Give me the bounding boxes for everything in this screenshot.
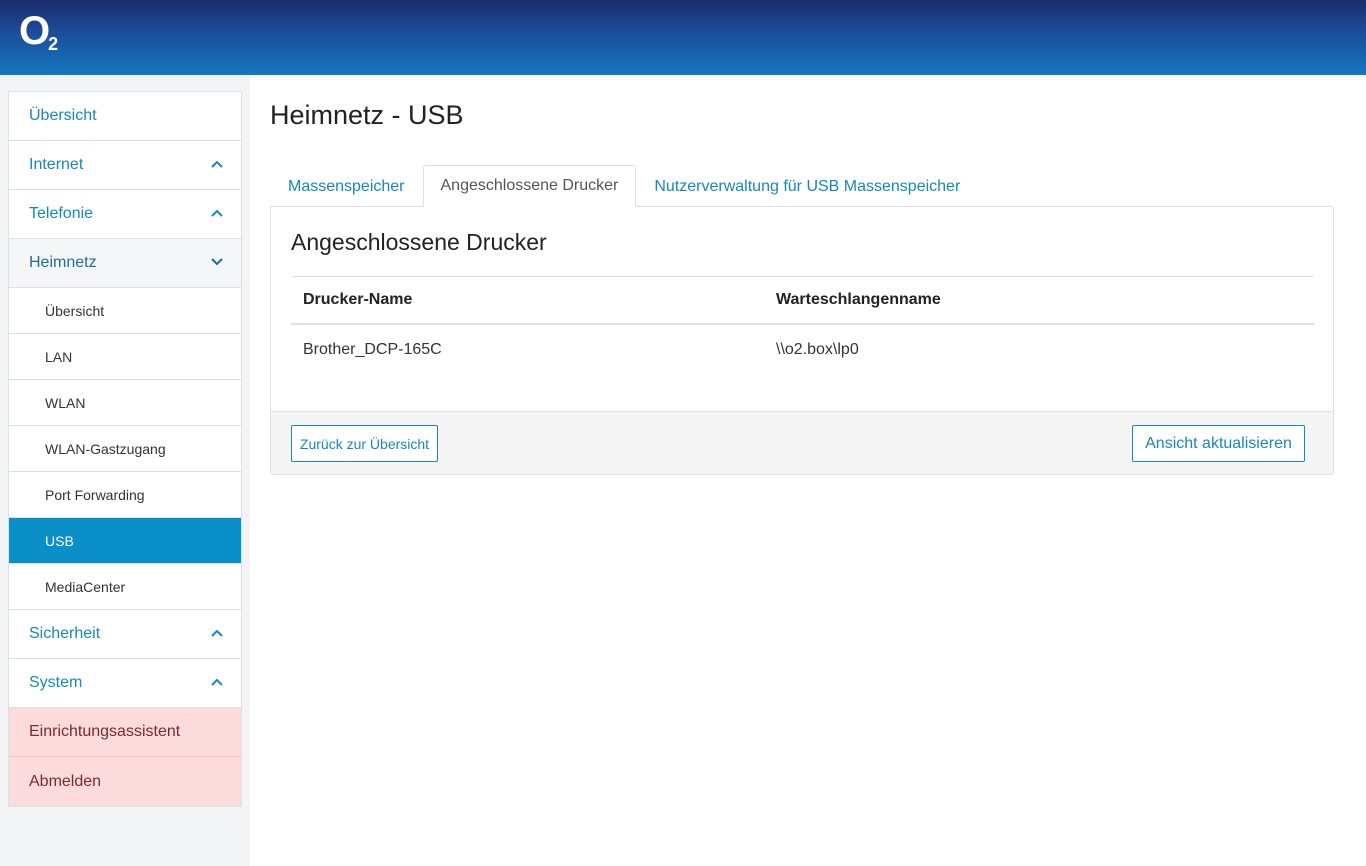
tab-bar: Massenspeicher Angeschlossene Drucker Nu… — [270, 165, 978, 207]
sidebar-subitem-wlan-gastzugang[interactable]: WLAN-Gastzugang — [9, 426, 241, 472]
sidebar-item-label: System — [29, 674, 83, 691]
chevron-up-icon — [211, 629, 223, 639]
chevron-down-icon — [211, 258, 223, 268]
sidebar-subitem-usb[interactable]: USB — [9, 518, 241, 564]
chevron-up-icon — [211, 209, 223, 219]
table-row: Brother_DCP-165C \\o2.box\lp0 — [291, 325, 1314, 375]
page-title: Heimnetz - USB — [270, 100, 464, 130]
sidebar-item-uebersicht[interactable]: Übersicht — [9, 92, 241, 141]
back-to-overview-button[interactable]: Zurück zur Übersicht — [291, 425, 438, 462]
sidebar-subitem-mediacenter[interactable]: MediaCenter — [9, 564, 241, 610]
sidebar-item-label: Einrichtungsassistent — [29, 723, 181, 740]
printers-table: Drucker-Name Warteschlangenname Brother_… — [291, 276, 1314, 375]
sidebar-subitem-label: LAN — [45, 348, 73, 365]
cell-queue-name: \\o2.box\lp0 — [776, 341, 859, 358]
sidebar-item-label: Internet — [29, 156, 84, 173]
chevron-up-icon — [211, 160, 223, 170]
tab-angeschlossene-drucker[interactable]: Angeschlossene Drucker — [422, 165, 637, 207]
sidebar-item-system[interactable]: System — [9, 659, 241, 708]
sidebar-item-label: Telefonie — [29, 205, 94, 222]
sidebar-subitem-label: USB — [45, 532, 74, 549]
table-body: Brother_DCP-165C \\o2.box\lp0 — [291, 325, 1314, 375]
sidebar-subitem-port-forwarding[interactable]: Port Forwarding — [9, 472, 241, 518]
column-header-queue-name: Warteschlangenname — [764, 277, 1314, 325]
logo-subscript: 2 — [48, 34, 59, 54]
sidebar-item-label: Übersicht — [29, 107, 97, 124]
tab-massenspeicher[interactable]: Massenspeicher — [270, 165, 423, 207]
sidebar-item-telefonie[interactable]: Telefonie — [9, 190, 241, 239]
sidebar-item-heimnetz[interactable]: Heimnetz — [9, 239, 241, 288]
sidebar-item-abmelden[interactable]: Abmelden — [9, 757, 241, 806]
tab-nutzerverwaltung[interactable]: Nutzerverwaltung für USB Massenspeicher — [636, 165, 978, 207]
logo-letter: O — [19, 9, 51, 53]
o2-logo[interactable]: O2 — [19, 9, 60, 54]
sidebar-subitem-uebersicht[interactable]: Übersicht — [9, 288, 241, 334]
sidebar-item-einrichtungsassistent[interactable]: Einrichtungsassistent — [9, 708, 241, 757]
chevron-up-icon — [211, 678, 223, 688]
cell-printer-name: Brother_DCP-165C — [303, 341, 442, 358]
panel-footer: Zurück zur Übersicht Ansicht aktualisier… — [271, 411, 1333, 474]
printers-panel: Angeschlossene Drucker Drucker-Name Wart… — [270, 206, 1334, 475]
sidebar-item-sicherheit[interactable]: Sicherheit — [9, 610, 241, 659]
refresh-view-button[interactable]: Ansicht aktualisieren — [1132, 425, 1305, 462]
column-header-printer-name: Drucker-Name — [291, 277, 764, 325]
sidebar-nav: Übersicht Internet Telefonie Heimnetz Üb… — [8, 91, 242, 807]
table-header-row: Drucker-Name Warteschlangenname — [291, 277, 1314, 325]
sidebar-subitem-label: WLAN-Gastzugang — [45, 440, 166, 457]
panel-title: Angeschlossene Drucker — [291, 229, 547, 255]
sidebar-item-label: Sicherheit — [29, 625, 101, 642]
sidebar-subitem-wlan[interactable]: WLAN — [9, 380, 241, 426]
sidebar-item-internet[interactable]: Internet — [9, 141, 241, 190]
top-header: O2 — [0, 0, 1366, 75]
sidebar-item-label: Heimnetz — [29, 254, 97, 271]
sidebar-subitem-label: Übersicht — [45, 302, 105, 319]
sidebar-subitem-label: WLAN — [45, 394, 86, 411]
sidebar-subitem-lan[interactable]: LAN — [9, 334, 241, 380]
sidebar-subitem-label: Port Forwarding — [45, 486, 145, 503]
sidebar-item-label: Abmelden — [29, 772, 102, 790]
sidebar-subitem-label: MediaCenter — [45, 578, 126, 595]
